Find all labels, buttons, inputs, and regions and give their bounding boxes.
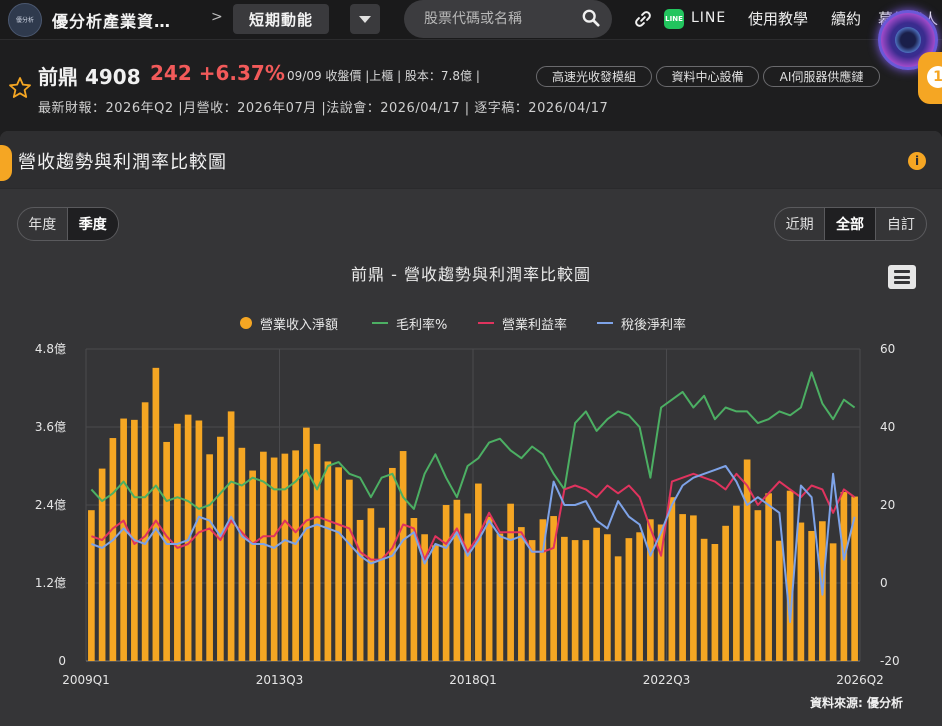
revenue-bar: [206, 454, 213, 661]
y-left-tick-label: 2.4億: [35, 498, 66, 512]
revenue-bar: [625, 538, 633, 661]
revenue-bar: [346, 479, 353, 661]
revenue-bar: [163, 441, 170, 661]
revenue-bar: [109, 438, 117, 661]
revenue-bar: [679, 514, 686, 661]
revenue-bar: [507, 503, 514, 661]
revenue-bar: [313, 443, 321, 661]
x-tick-label: 2026Q2: [836, 673, 884, 687]
revenue-bar: [614, 556, 622, 661]
revenue-bar: [238, 447, 246, 661]
revenue-bar: [690, 515, 697, 661]
revenue-bar: [808, 531, 815, 661]
revenue-bar: [485, 516, 493, 661]
revenue-bar: [475, 483, 482, 661]
y-left-tick-label: 3.6億: [35, 420, 66, 434]
revenue-bar: [776, 540, 783, 661]
revenue-bar: [561, 536, 568, 661]
revenue-bar: [356, 519, 364, 661]
revenue-bar: [518, 527, 525, 661]
revenue-bar: [711, 544, 719, 661]
y-right-tick-label: 0: [880, 576, 888, 590]
y-right-tick-label: 40: [880, 420, 895, 434]
revenue-bar: [647, 519, 654, 661]
revenue-bar: [797, 522, 805, 661]
revenue-bar: [195, 420, 203, 661]
y-left-tick-label: 1.2億: [35, 576, 66, 590]
revenue-bar: [754, 510, 762, 661]
y-left-tick-label: 4.8億: [35, 342, 66, 356]
y-right-tick-label: -20: [880, 654, 900, 668]
x-tick-label: 2018Q1: [449, 673, 497, 687]
revenue-bar: [152, 367, 160, 661]
x-tick-label: 2009Q1: [62, 673, 110, 687]
revenue-bar: [604, 534, 611, 661]
revenue-bar: [399, 451, 407, 661]
revenue-bar: [496, 533, 504, 661]
revenue-bar: [335, 467, 342, 661]
revenue-bar: [668, 497, 676, 661]
revenue-bar: [453, 499, 461, 661]
revenue-bar: [786, 490, 794, 661]
revenue-bar: [432, 545, 439, 661]
x-tick-label: 2013Q3: [256, 673, 304, 687]
y-right-tick-label: 20: [880, 498, 895, 512]
revenue-bar: [733, 505, 740, 661]
revenue-bar: [227, 411, 235, 661]
revenue-bar: [582, 540, 590, 661]
revenue-bar: [281, 453, 289, 661]
revenue-bar: [528, 540, 536, 661]
revenue-bar: [217, 436, 224, 661]
revenue-bar: [389, 467, 396, 661]
revenue-bar: [700, 538, 708, 661]
revenue-bar: [851, 496, 858, 661]
revenue-bar: [840, 492, 848, 661]
revenue-bar: [593, 527, 600, 661]
revenue-bar: [303, 427, 310, 661]
revenue-bar: [249, 470, 256, 661]
revenue-bar: [324, 461, 332, 661]
revenue-bar: [464, 513, 471, 661]
revenue-bar: [765, 493, 772, 661]
revenue-bar: [378, 527, 385, 661]
revenue-bar: [571, 540, 579, 661]
x-tick-label: 2022Q3: [643, 673, 691, 687]
revenue-bar: [636, 532, 643, 661]
revenue-bar: [829, 543, 837, 661]
revenue-bar: [722, 525, 729, 661]
revenue-bar: [367, 508, 375, 661]
revenue-bar: [442, 505, 450, 661]
revenue-bar: [120, 418, 127, 661]
revenue-margin-chart: 0 1.2億 2.4億 3.6億 4.8億 -20 0 20 40 60 2009Q1 2013Q3 2…: [35, 342, 900, 687]
revenue-bar: [88, 510, 95, 661]
y-left-tick-label: 0: [58, 654, 66, 668]
y-right-tick-label: 60: [880, 342, 895, 356]
